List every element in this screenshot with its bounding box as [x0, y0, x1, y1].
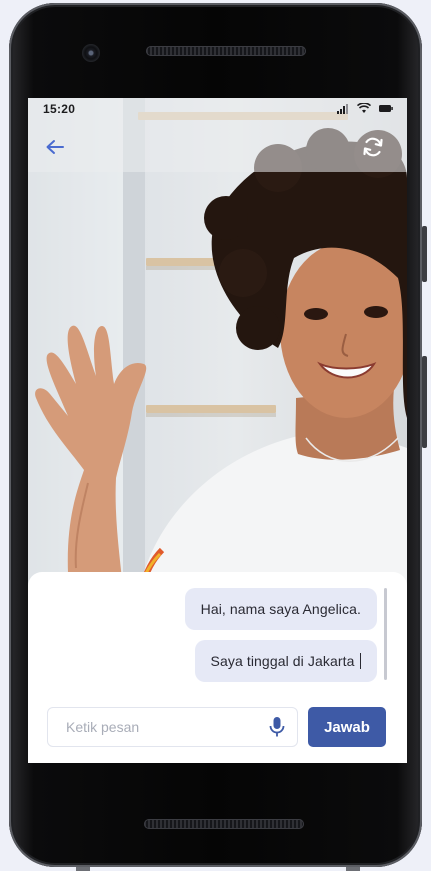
arrow-left-icon — [46, 140, 64, 154]
reply-button[interactable]: Jawab — [308, 707, 386, 747]
switch-camera-button[interactable] — [359, 133, 387, 161]
status-time: 15:20 — [43, 102, 76, 116]
camera-switch-icon — [363, 137, 383, 157]
front-camera — [82, 44, 100, 62]
message-bubble: Hai, nama saya Angelica. — [184, 588, 377, 630]
status-bar: 15:20 — [28, 98, 407, 120]
message-text: Hai, nama saya Angelica. — [200, 601, 361, 617]
message-text: Saya tinggal di Jakarta — [210, 653, 355, 669]
app-screen: 15:20 Hai, nama saya Angelica. Saya ting… — [28, 98, 407, 763]
text-cursor — [359, 653, 361, 669]
microphone-icon — [269, 717, 285, 737]
phone-foot-right — [346, 867, 360, 871]
phone-foot-left — [76, 867, 90, 871]
message-input[interactable] — [64, 718, 258, 736]
volume-button — [422, 226, 427, 282]
battery-icon — [379, 105, 393, 112]
video-feed — [28, 98, 407, 598]
chat-scrollbar[interactable] — [384, 588, 387, 680]
message-input-box[interactable] — [47, 707, 298, 747]
person-illustration — [35, 128, 407, 598]
back-button[interactable] — [41, 133, 69, 161]
wifi-icon — [357, 103, 371, 113]
bottom-speaker — [144, 819, 304, 829]
chat-panel: Hai, nama saya Angelica. Saya tinggal di… — [28, 572, 407, 763]
message-bubble: Saya tinggal di Jakarta — [194, 640, 377, 682]
microphone-button[interactable] — [267, 716, 287, 738]
power-button — [422, 356, 427, 448]
signal-icon — [337, 103, 348, 114]
earpiece-speaker — [146, 46, 306, 56]
status-icons — [337, 103, 393, 114]
